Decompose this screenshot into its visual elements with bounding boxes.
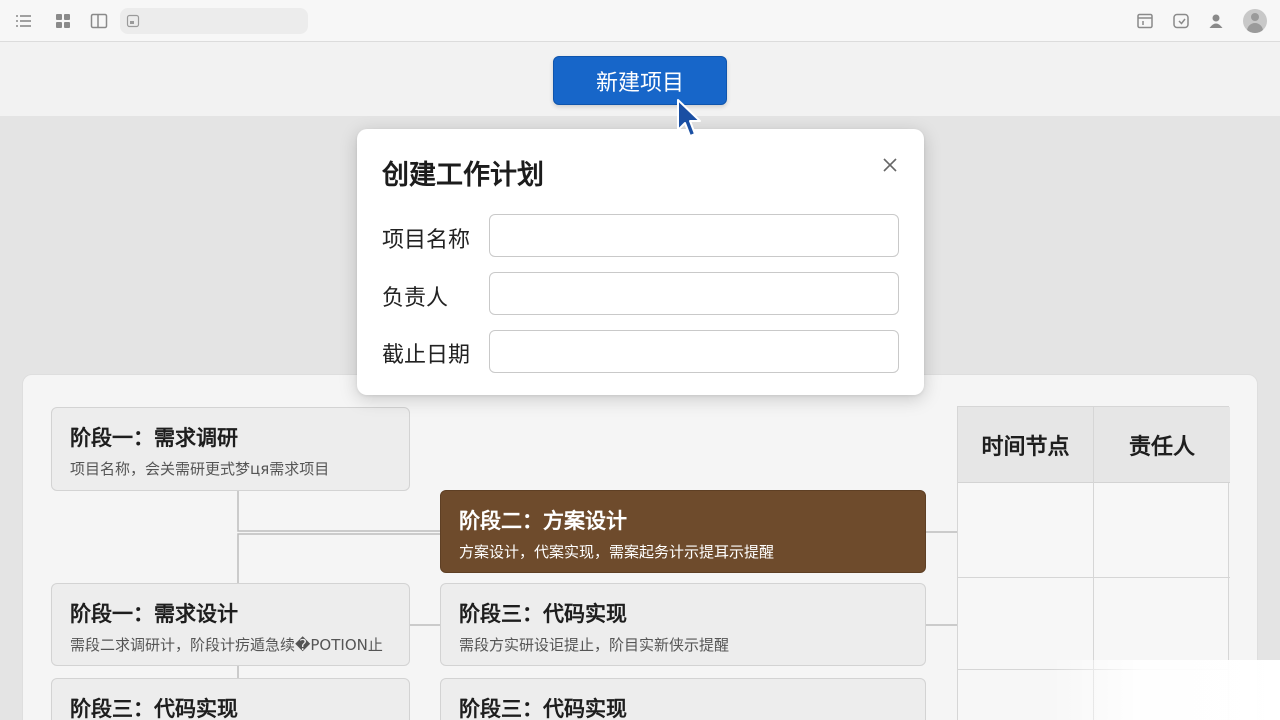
stage-title: 阶段二：方案设计 (459, 509, 627, 533)
stage-title: 阶段一：需求调研 (70, 426, 238, 450)
table-header-owner: 责任人 (1094, 407, 1230, 483)
stage-title: 阶段三：代码实现 (70, 697, 238, 720)
stage-card[interactable]: 阶段一：需求设计 需段二求调研计，阶段计疠遁急续�POTION止 (51, 583, 410, 666)
close-icon[interactable] (880, 155, 900, 175)
project-name-input[interactable] (489, 214, 899, 257)
due-date-label: 截止日期 (382, 343, 471, 368)
stage-subtitle: 方案设计，代案实现，需案起务计示提耳示提醒 (459, 543, 775, 561)
stage-card[interactable]: 阶段一：需求调研 项目名称，会关需研更式梦ця需求项目 (51, 407, 410, 491)
table-header-time: 时间节点 (958, 407, 1093, 483)
stage-title: 阶段一：需求设计 (70, 602, 238, 626)
create-plan-dialog: 创建工作计划 项目名称 负责人 截止日期 (357, 129, 924, 395)
fade-overlay (1050, 660, 1280, 720)
stage-title: 阶段三：代码实现 (459, 602, 627, 626)
due-date-input[interactable] (489, 330, 899, 373)
project-name-label: 项目名称 (382, 228, 471, 253)
stage-subtitle: 需段方实研设讵提止，阶目实新侠示提醒 (459, 636, 730, 654)
stage-card[interactable]: 阶段三：代码实现 需段方实研设讵提止，阶目实新侠示提醒 (440, 583, 926, 666)
stage-card[interactable]: 阶段三：代码实现 (440, 678, 926, 720)
stage-card[interactable]: 阶段三：代码实现 (51, 678, 410, 720)
stage-card-active[interactable]: 阶段二：方案设计 方案设计，代案实现，需案起务计示提耳示提醒 (440, 490, 926, 573)
owner-label: 负责人 (382, 286, 449, 311)
dialog-title: 创建工作计划 (382, 160, 544, 191)
stage-title: 阶段三：代码实现 (459, 697, 627, 720)
stage-subtitle: 项目名称，会关需研更式梦ця需求项目 (70, 460, 330, 478)
stage-subtitle: 需段二求调研计，阶段计疠遁急续�POTION止 (70, 636, 383, 654)
owner-input[interactable] (489, 272, 899, 315)
mouse-pointer-icon (677, 99, 701, 137)
